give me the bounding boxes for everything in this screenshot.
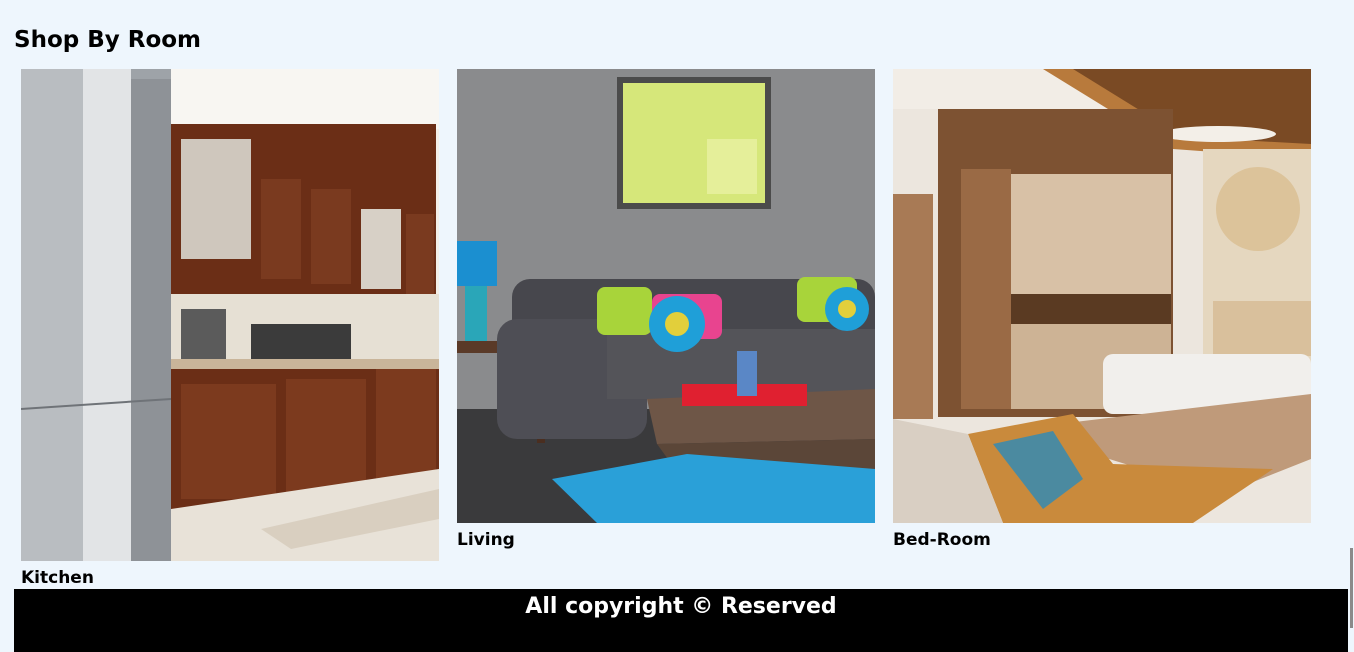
section-title: Shop By Room	[14, 27, 202, 53]
room-label-kitchen[interactable]: Kitchen	[21, 569, 439, 587]
room-card-bedroom[interactable]: Bed-Room	[893, 69, 1311, 549]
room-card-living[interactable]: Living	[457, 69, 875, 549]
living-image[interactable]	[457, 69, 875, 523]
footer: All copyright © Reserved	[14, 589, 1348, 652]
room-card-kitchen[interactable]: Kitchen	[21, 69, 439, 587]
scrollbar[interactable]	[1348, 0, 1354, 652]
bedroom-image[interactable]	[893, 69, 1311, 523]
kitchen-image[interactable]	[21, 69, 439, 561]
room-label-living[interactable]: Living	[457, 531, 875, 549]
footer-copyright: All copyright © Reserved	[525, 594, 837, 619]
page: Shop By Room Kitchen Living Bed-Room All…	[14, 0, 1348, 652]
scrollbar-thumb[interactable]	[1350, 548, 1353, 628]
room-label-bedroom[interactable]: Bed-Room	[893, 531, 1311, 549]
